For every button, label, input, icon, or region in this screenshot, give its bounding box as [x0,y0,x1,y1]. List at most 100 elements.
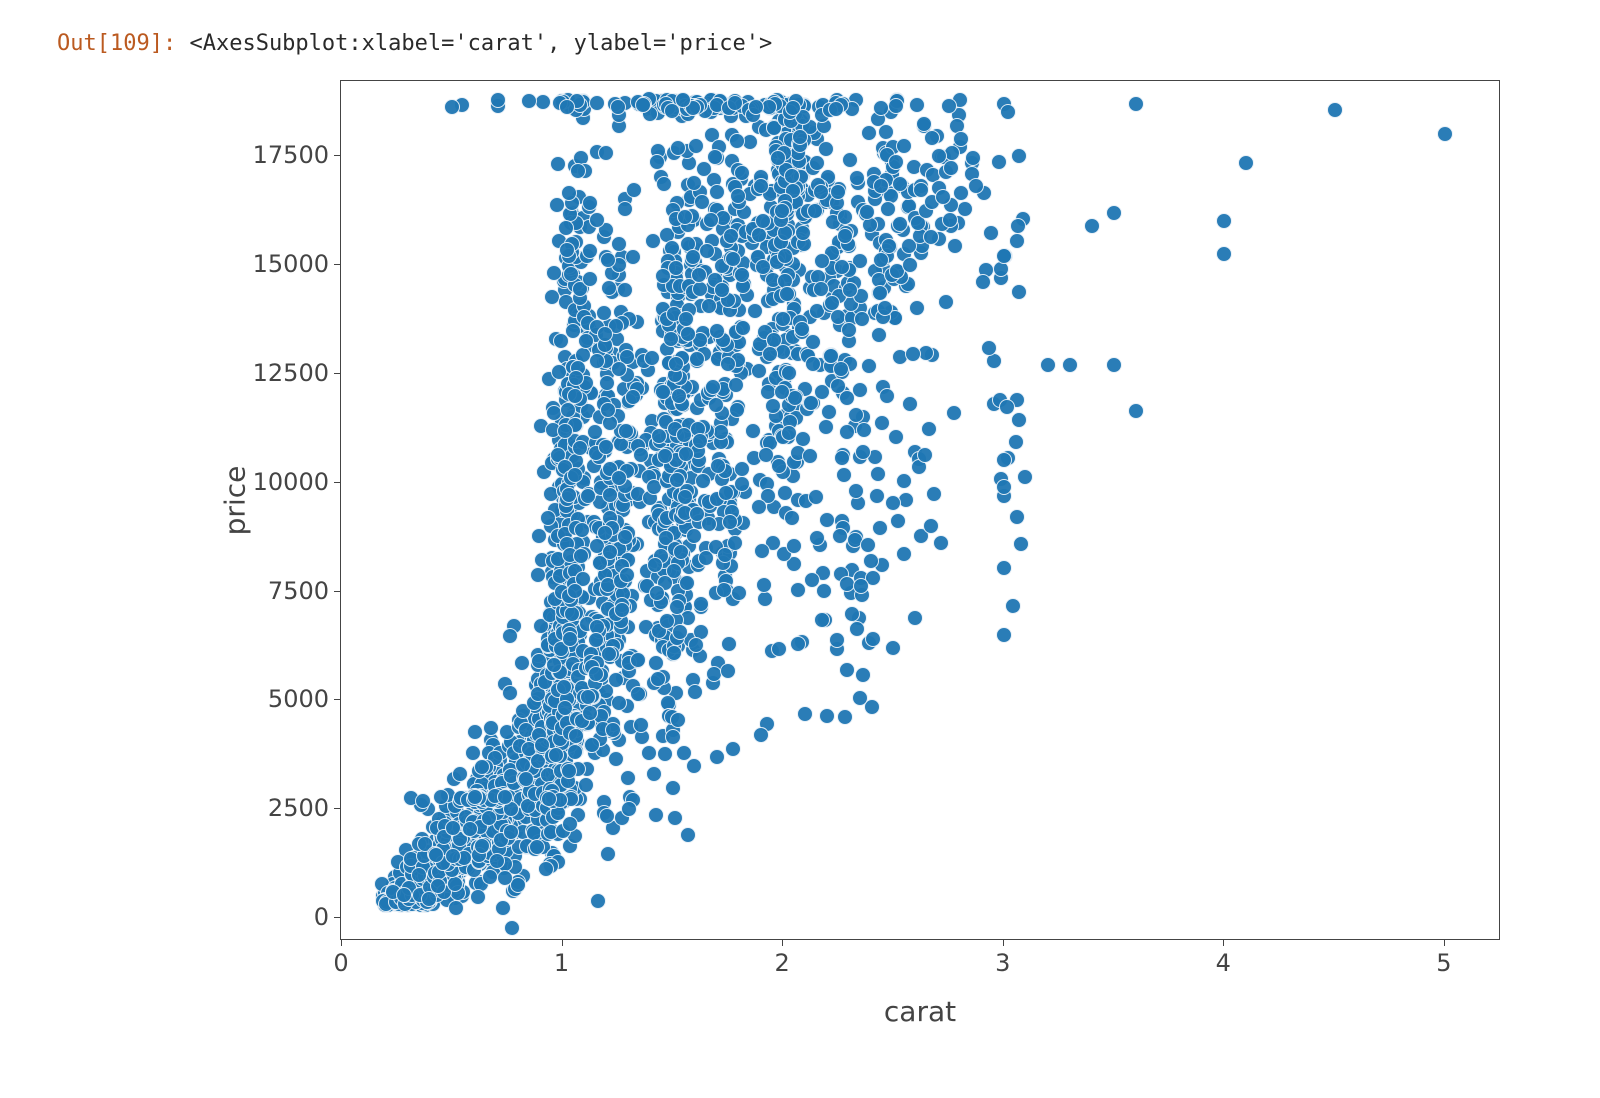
data-point [935,189,951,205]
data-point [860,537,876,553]
data-point [630,652,646,668]
data-point [784,510,800,526]
data-point [502,628,518,644]
data-point [837,228,853,244]
x-tick [562,939,563,946]
data-point [786,538,802,554]
data-point [590,893,606,909]
data-point [1216,213,1232,229]
y-tick [334,917,341,918]
data-point [1238,155,1254,171]
data-point [839,424,855,440]
data-point [784,168,800,184]
data-point [734,476,750,492]
x-tick-label: 3 [995,949,1010,977]
x-tick [341,939,342,946]
data-point [608,672,624,688]
data-point [848,483,864,499]
data-point [735,320,751,336]
data-point [428,847,444,863]
data-point [848,407,864,423]
data-point [534,737,550,753]
data-point [888,429,904,445]
data-point [1084,218,1100,234]
plot-inner [341,81,1499,939]
data-point [670,712,686,728]
data-point [626,182,642,198]
data-point [854,311,870,327]
data-point [728,377,744,393]
data-point [981,340,997,356]
data-point [946,405,962,421]
data-point [589,95,605,111]
data-point [514,655,530,671]
data-point [828,101,844,117]
data-point [874,415,890,431]
data-point [924,130,940,146]
data-point [709,323,725,339]
data-point [1327,102,1343,118]
y-tick [334,482,341,483]
data-point [678,311,694,327]
x-axis-label: carat [340,995,1500,1028]
data-point [880,201,896,217]
data-point [550,156,566,172]
data-point [805,334,821,350]
data-point [814,612,830,628]
data-point [433,789,449,805]
data-point [1062,357,1078,373]
data-point [943,160,959,176]
data-point [467,724,483,740]
data-point [923,229,939,245]
data-point [573,548,589,564]
data-point [657,746,673,762]
out-text: <AxesSubplot:xlabel='carat', ylabel='pri… [189,31,772,56]
data-point [1011,284,1027,300]
data-point [701,298,717,314]
data-point [709,749,725,765]
data-point [1011,412,1027,428]
y-tick-label: 10000 [253,468,329,496]
data-point [1017,469,1033,485]
data-point [725,251,741,267]
data-point [1008,434,1024,450]
data-point [849,170,865,186]
data-point [896,473,912,489]
data-point [582,271,598,287]
data-point [693,596,709,612]
data-point [678,446,694,462]
data-point [1040,357,1056,373]
data-point [672,624,688,640]
data-point [680,827,696,843]
data-point [444,99,460,115]
data-point [757,591,773,607]
out-prompt-prefix: Out[ [57,31,110,56]
data-point [530,567,546,583]
y-tick-label: 0 [314,903,329,931]
data-point [983,225,999,241]
data-point [625,389,641,405]
data-point [695,473,711,489]
data-point [649,154,665,170]
y-tick [334,264,341,265]
data-point [599,808,615,824]
data-point [600,846,616,862]
data-point [621,801,637,817]
data-point [648,807,664,823]
data-point [665,729,681,745]
data-point [870,466,886,482]
data-point [771,458,787,474]
data-point [614,602,630,618]
data-point [588,666,604,682]
data-point [734,267,750,283]
y-tick-label: 12500 [253,359,329,387]
data-point [584,737,600,753]
x-tick-label: 4 [1216,949,1231,977]
data-point [474,838,490,854]
data-point [1437,126,1453,142]
data-point [665,780,681,796]
data-point [709,184,725,200]
x-tick-label: 2 [775,949,790,977]
data-point [582,243,598,259]
data-point [996,479,1012,495]
